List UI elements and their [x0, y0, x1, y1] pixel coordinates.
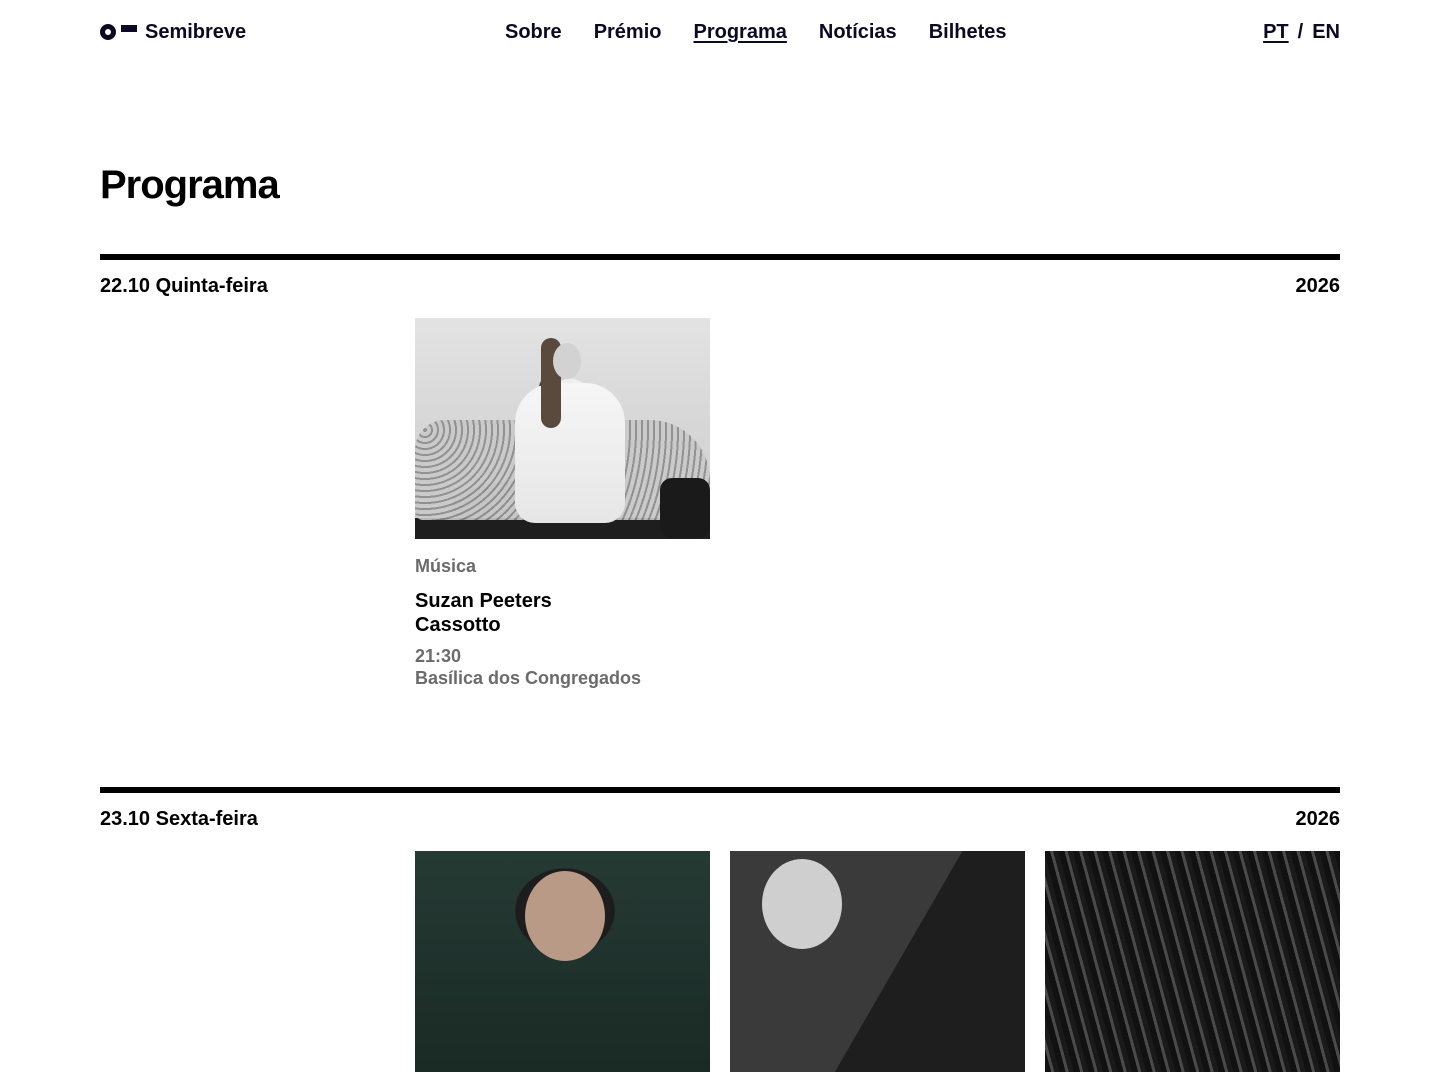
event-photo[interactable]: [415, 851, 710, 1072]
day-date: 22.10 Quinta-feira: [100, 275, 268, 297]
event-venue: Basílica dos Congregados: [415, 668, 642, 688]
brand-name: Semibreve: [145, 21, 247, 43]
event-card[interactable]: [1045, 851, 1340, 1072]
language-pt-link[interactable]: PT: [1263, 20, 1289, 44]
nav-item-sobre[interactable]: Sobre: [505, 20, 562, 44]
day-divider: [100, 787, 1340, 793]
main-nav: Sobre Prémio Programa Notícias Bilhetes: [505, 20, 1007, 44]
event-card[interactable]: Música Suzan Peeters Cassotto 21:30 Basí…: [415, 318, 710, 689]
event-category: Música: [415, 556, 477, 576]
nav-item-noticias[interactable]: Notícias: [819, 20, 897, 44]
logo-icon: [100, 20, 137, 44]
event-artist[interactable]: Suzan Peeters: [415, 589, 710, 613]
day-date: 23.10 Sexta-feira: [100, 808, 258, 830]
day-divider: [100, 254, 1340, 260]
nav-item-bilhetes[interactable]: Bilhetes: [929, 20, 1007, 44]
event-photo[interactable]: [730, 851, 1025, 1072]
event-card[interactable]: [730, 851, 1025, 1072]
logo-link[interactable]: Semibreve: [100, 20, 246, 44]
day-year: 2026: [1295, 808, 1341, 830]
site-header: Semibreve Sobre Prémio Programa Notícias…: [100, 0, 1340, 64]
page-title: Programa: [100, 163, 280, 207]
nav-item-premio[interactable]: Prémio: [594, 20, 662, 44]
event-photo[interactable]: [415, 318, 710, 539]
language-separator: /: [1297, 21, 1304, 43]
event-time: 21:30: [415, 646, 462, 666]
language-en-link[interactable]: EN: [1312, 20, 1340, 44]
event-photo[interactable]: [1045, 851, 1340, 1072]
day-year: 2026: [1295, 275, 1341, 297]
event-card[interactable]: [415, 851, 710, 1072]
language-switcher: PT / EN: [1263, 20, 1340, 44]
nav-item-programa[interactable]: Programa: [694, 20, 787, 44]
event-work-title[interactable]: Cassotto: [415, 613, 710, 637]
